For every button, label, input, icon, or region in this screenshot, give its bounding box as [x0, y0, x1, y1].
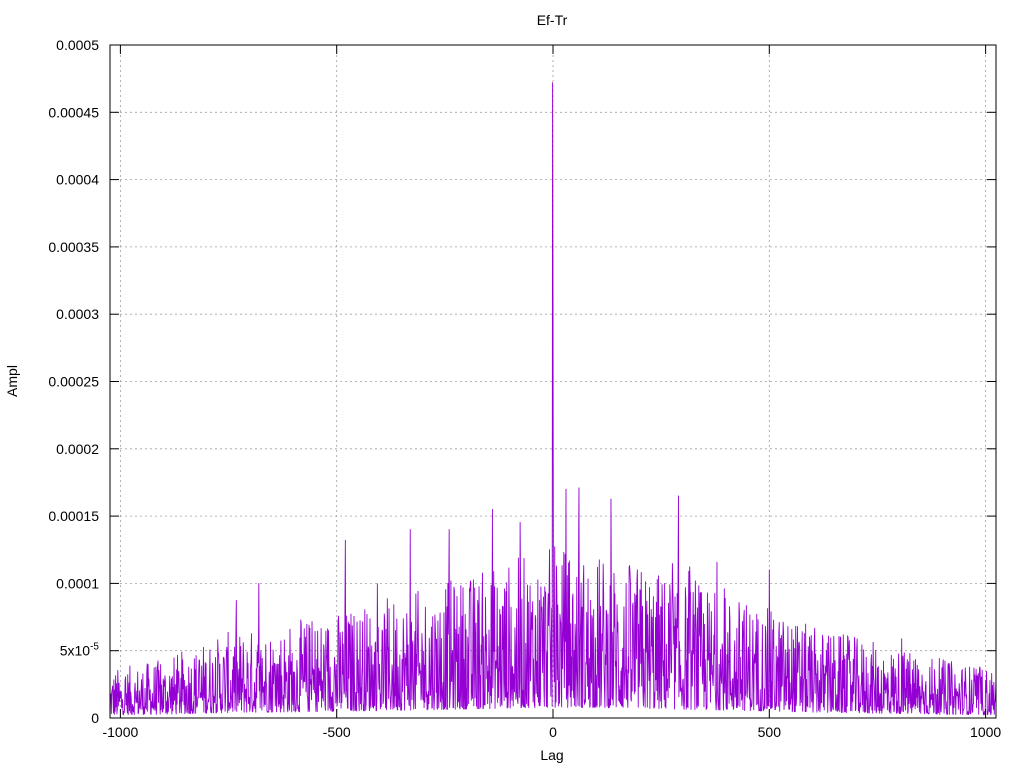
- y-tick-label: 0.0001: [56, 575, 99, 591]
- y-tick-label: 0.00015: [48, 508, 99, 524]
- x-tick-label: 1000: [970, 724, 1001, 740]
- axes: 0 5x10-5 0.0001 0.00015 0.0002 0.00025 0.0003 0…: [48, 37, 1001, 740]
- series-line: [109, 82, 997, 716]
- y-tick-label: 0.00035: [48, 239, 99, 255]
- y-tick-label: 0.0003: [56, 306, 99, 322]
- y-tick-label: 0.00025: [48, 374, 99, 390]
- y-tick-label: 0: [91, 710, 99, 726]
- y-tick-label-exponent: -5: [90, 642, 99, 653]
- plot-area: [109, 82, 997, 716]
- y-tick-label: 0.0004: [56, 172, 99, 188]
- x-tick-label: 500: [758, 724, 782, 740]
- y-tick-label: 0.0002: [56, 441, 99, 457]
- y-tick-label: 0.00045: [48, 104, 99, 120]
- chart: Ef-Tr 05x10-50.00010.000150.00020.000250…: [4, 12, 1001, 763]
- y-tick-label: 5x10-5: [60, 642, 100, 659]
- chart-title: Ef-Tr: [537, 12, 568, 28]
- y-tick-label: 0.0005: [56, 37, 99, 53]
- x-tick-label: -500: [323, 724, 351, 740]
- x-tick-label: -1000: [102, 724, 138, 740]
- y-axis-label: Ampl: [4, 365, 20, 397]
- x-tick-label: 0: [549, 724, 557, 740]
- x-axis-label: Lag: [540, 747, 563, 763]
